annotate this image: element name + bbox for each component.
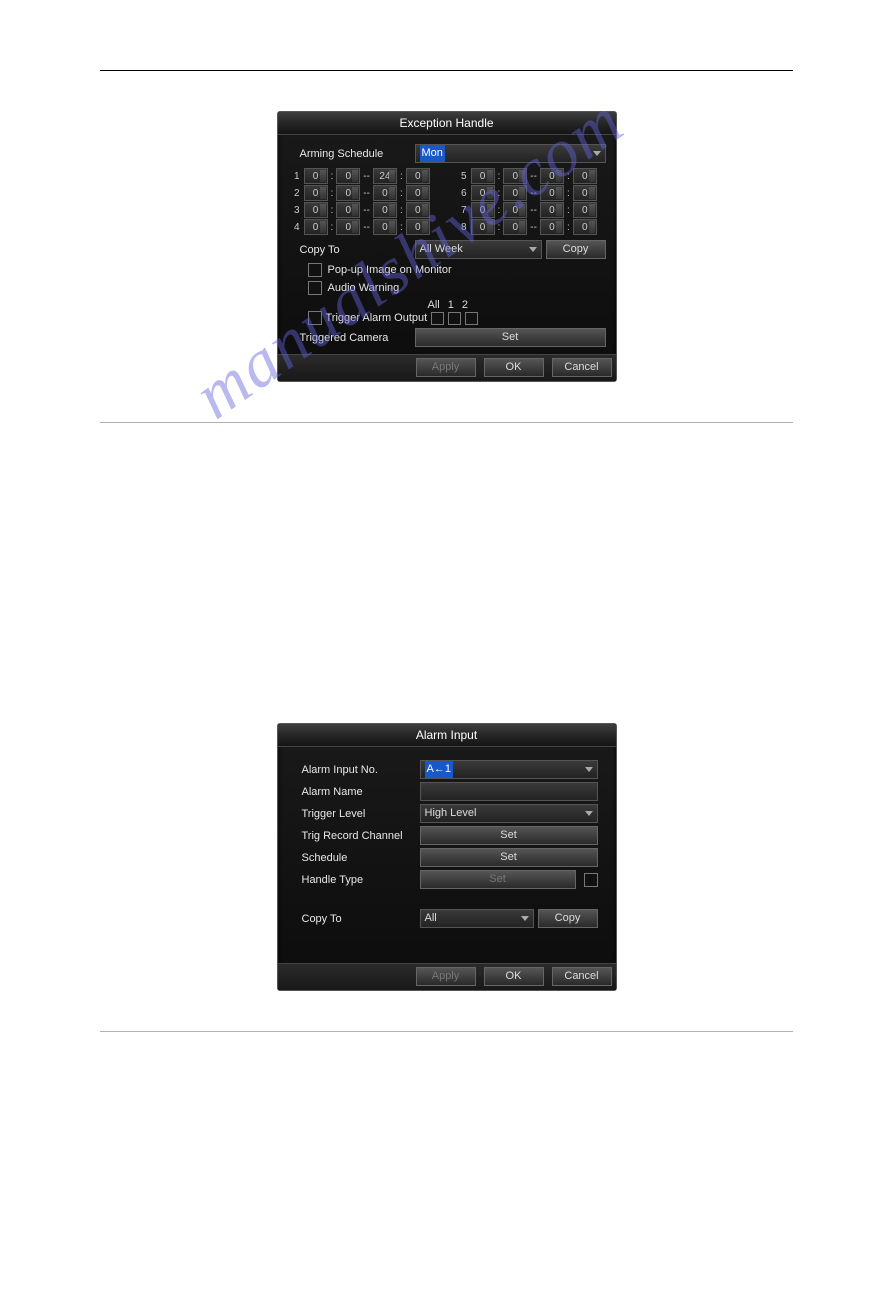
min-start-spinner[interactable]: 0 [503, 202, 527, 218]
alarm-input-dialog: Alarm Input Alarm Input No. A←1 Alarm Na… [277, 723, 617, 991]
dialog-title: Alarm Input [278, 724, 616, 747]
chevron-down-icon [521, 916, 529, 921]
hour-start-spinner[interactable]: 0 [471, 168, 495, 184]
apply-button[interactable]: Apply [416, 358, 476, 377]
schedule-index: 2 [290, 188, 300, 199]
min-start-spinner[interactable]: 0 [503, 185, 527, 201]
handle-type-checkbox[interactable] [584, 873, 598, 887]
audio-warning-checkbox[interactable] [308, 281, 322, 295]
hour-start-spinner[interactable]: 0 [304, 168, 328, 184]
schedule-index: 5 [457, 171, 467, 182]
trigger-alarm-label: Trigger Alarm Output [326, 312, 428, 324]
alarm-input-no-label: Alarm Input No. [302, 764, 420, 776]
schedule-index: 1 [290, 171, 300, 182]
hour-end-spinner[interactable]: 0 [373, 185, 397, 201]
hour-start-spinner[interactable]: 0 [471, 219, 495, 235]
schedule-row: 50:0--0:0 [457, 168, 606, 184]
hour-start-spinner[interactable]: 0 [304, 185, 328, 201]
min-start-spinner[interactable]: 0 [336, 202, 360, 218]
schedule-row: 70:0--0:0 [457, 202, 606, 218]
hour-start-spinner[interactable]: 0 [471, 185, 495, 201]
min-start-spinner[interactable]: 0 [336, 185, 360, 201]
min-end-spinner[interactable]: 0 [406, 185, 430, 201]
hour-end-spinner[interactable]: 24 [373, 168, 397, 184]
copy-button[interactable]: Copy [546, 240, 606, 259]
min-end-spinner[interactable]: 0 [573, 185, 597, 201]
trigger-all-checkbox[interactable] [431, 312, 444, 325]
alarm-name-label: Alarm Name [302, 786, 420, 798]
audio-warning-label: Audio Warning [328, 282, 400, 294]
copy-to-label: Copy To [288, 244, 415, 256]
schedule-index: 7 [457, 205, 467, 216]
schedule-row: 10:0--24:0 [290, 168, 439, 184]
schedule-row: 60:0--0:0 [457, 185, 606, 201]
alarm-name-input[interactable] [420, 782, 598, 801]
hour-start-spinner[interactable]: 0 [471, 202, 495, 218]
min-end-spinner[interactable]: 0 [406, 219, 430, 235]
hour-start-spinner[interactable]: 0 [304, 202, 328, 218]
hour-end-spinner[interactable]: 0 [373, 219, 397, 235]
triggered-camera-label: Triggered Camera [288, 332, 415, 344]
hour-end-spinner[interactable]: 0 [373, 202, 397, 218]
copy-to-label: Copy To [302, 913, 420, 925]
trigger-level-label: Trigger Level [302, 808, 420, 820]
schedule-index: 6 [457, 188, 467, 199]
exception-handle-dialog: Exception Handle Arming Schedule Mon 10:… [277, 111, 617, 382]
min-start-spinner[interactable]: 0 [503, 168, 527, 184]
schedule-row: 80:0--0:0 [457, 219, 606, 235]
handle-type-label: Handle Type [302, 874, 420, 886]
schedule-row: 40:0--0:0 [290, 219, 439, 235]
schedule-set-button[interactable]: Set [420, 848, 598, 867]
hour-end-spinner[interactable]: 0 [540, 202, 564, 218]
schedule-grid: 10:0--24:020:0--0:030:0--0:040:0--0:0 50… [288, 167, 606, 236]
hour-end-spinner[interactable]: 0 [540, 219, 564, 235]
ok-button[interactable]: OK [484, 967, 544, 986]
cancel-button[interactable]: Cancel [552, 967, 612, 986]
hour-start-spinner[interactable]: 0 [304, 219, 328, 235]
chevron-down-icon [585, 767, 593, 772]
trig-record-label: Trig Record Channel [302, 830, 420, 842]
trigger-level-select[interactable]: High Level [420, 804, 598, 823]
min-start-spinner[interactable]: 0 [336, 219, 360, 235]
min-start-spinner[interactable]: 0 [503, 219, 527, 235]
copy-button[interactable]: Copy [538, 909, 598, 928]
trig-record-set-button[interactable]: Set [420, 826, 598, 845]
ok-button[interactable]: OK [484, 358, 544, 377]
chevron-down-icon [529, 247, 537, 252]
schedule-index: 3 [290, 205, 300, 216]
handle-type-set-button[interactable]: Set [420, 870, 576, 889]
min-end-spinner[interactable]: 0 [573, 168, 597, 184]
schedule-index: 4 [290, 222, 300, 233]
trigger-1-checkbox[interactable] [448, 312, 461, 325]
chevron-down-icon [593, 151, 601, 156]
min-end-spinner[interactable]: 0 [406, 168, 430, 184]
apply-button[interactable]: Apply [416, 967, 476, 986]
schedule-index: 8 [457, 222, 467, 233]
schedule-row: 20:0--0:0 [290, 185, 439, 201]
dialog-title: Exception Handle [278, 112, 616, 135]
min-end-spinner[interactable]: 0 [406, 202, 430, 218]
hour-end-spinner[interactable]: 0 [540, 168, 564, 184]
copy-to-select[interactable]: All [420, 909, 534, 928]
trigger-alarm-checkbox[interactable] [308, 311, 322, 325]
triggered-camera-set-button[interactable]: Set [415, 328, 606, 347]
trigger-output-header: All 1 2 [288, 299, 606, 311]
schedule-row: 30:0--0:0 [290, 202, 439, 218]
arming-schedule-select[interactable]: Mon [415, 144, 606, 163]
min-end-spinner[interactable]: 0 [573, 202, 597, 218]
alarm-input-no-select[interactable]: A←1 [420, 760, 598, 779]
min-start-spinner[interactable]: 0 [336, 168, 360, 184]
cancel-button[interactable]: Cancel [552, 358, 612, 377]
arming-schedule-label: Arming Schedule [288, 148, 415, 160]
chevron-down-icon [585, 811, 593, 816]
schedule-label: Schedule [302, 852, 420, 864]
popup-image-checkbox[interactable] [308, 263, 322, 277]
copy-to-select[interactable]: All Week [415, 240, 542, 259]
hour-end-spinner[interactable]: 0 [540, 185, 564, 201]
popup-image-label: Pop-up Image on Monitor [328, 264, 452, 276]
min-end-spinner[interactable]: 0 [573, 219, 597, 235]
trigger-2-checkbox[interactable] [465, 312, 478, 325]
